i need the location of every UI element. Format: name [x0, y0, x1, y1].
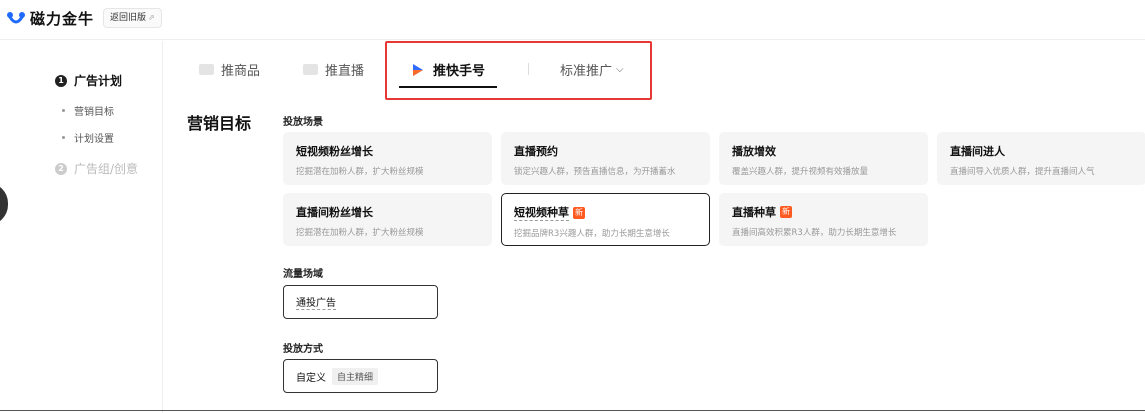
card-desc: 直播间高效积累R3人群，助力长期生意增长	[732, 228, 897, 238]
step-number: 1	[55, 74, 67, 87]
step-number: 2	[55, 162, 67, 175]
tab-label: 推直播	[325, 64, 365, 79]
sidebar-sub-plan-settings[interactable]: 计划设置	[62, 130, 114, 145]
sidebar-sub-marketing-goal[interactable]: 营销目标	[62, 103, 114, 118]
top-bar: 磁力金牛 返回旧版 ⇗	[0, 0, 1145, 40]
section-title: 营销目标	[187, 114, 252, 133]
sidebar-step-label: 广告计划	[74, 74, 123, 88]
traffic-domain-select[interactable]: 通投广告	[283, 285, 438, 319]
card-desc: 挖掘潜在加粉人群，扩大粉丝规模	[296, 228, 424, 238]
delivery-method-label: 投放方式	[283, 344, 323, 355]
sidebar: 1 广告计划 营销目标 计划设置 2 广告组/创意	[0, 41, 163, 413]
app-name: 磁力金牛	[30, 10, 95, 28]
scene-card-video-seeding[interactable]: 短视频种草新 挖掘品牌R3兴趣人群，助力长期生意增长	[501, 193, 710, 246]
card-desc: 挖掘品牌R3兴趣人群，助力长期生意增长	[514, 229, 670, 239]
back-to-old-version-button[interactable]: 返回旧版 ⇗	[103, 8, 162, 28]
bullet-icon	[62, 109, 65, 112]
traffic-domain-value: 通投广告	[296, 294, 336, 310]
sidebar-step-ad-group[interactable]: 2 广告组/创意	[55, 160, 138, 177]
logo-icon	[7, 11, 25, 23]
back-to-old-version-label: 返回旧版	[110, 13, 147, 23]
bottom-divider	[0, 410, 1145, 411]
external-link-icon: ⇗	[148, 13, 155, 22]
card-title: 直播预约	[514, 145, 558, 158]
scene-card-live-fans[interactable]: 直播间粉丝增长 挖掘潜在加粉人群，扩大粉丝规模	[283, 193, 492, 246]
highlight-box	[385, 41, 652, 100]
card-title: 直播间粉丝增长	[296, 206, 373, 219]
goods-icon	[199, 64, 214, 75]
card-desc: 覆盖兴趣人群，提升视频有效播放量	[732, 167, 869, 177]
sidebar-step-ad-plan[interactable]: 1 广告计划	[55, 72, 122, 89]
scene-card-play-boost[interactable]: 播放增效 覆盖兴趣人群，提升视频有效播放量	[719, 132, 928, 185]
delivery-method-select[interactable]: 自定义 自主精细	[283, 359, 438, 393]
live-icon	[303, 64, 318, 75]
traffic-domain-label: 流量场域	[283, 269, 323, 280]
bullet-icon	[62, 136, 65, 139]
logo[interactable]: 磁力金牛	[6, 8, 94, 29]
sidebar-step-label: 广告组/创意	[74, 162, 139, 176]
card-desc: 锁定兴趣人群，预告直播信息，为开播蓄水	[514, 167, 676, 177]
new-badge: 新	[780, 206, 792, 218]
delivery-method-tag: 自主精细	[332, 367, 379, 385]
tab-label: 推商品	[221, 64, 261, 79]
card-title: 播放增效	[732, 145, 776, 158]
scene-card-live-seeding[interactable]: 直播种草新 直播间高效积累R3人群，助力长期生意增长	[719, 193, 928, 246]
tab-promote-goods[interactable]: 推商品	[199, 60, 260, 79]
new-badge: 新	[573, 206, 585, 219]
card-title: 短视频粉丝增长	[296, 145, 373, 158]
sidebar-sub-label: 计划设置	[74, 134, 114, 145]
scene-card-live-room-entry[interactable]: 直播间进人 直播间导入优质人群，提升直播间人气	[937, 132, 1145, 185]
card-title: 直播间进人	[950, 145, 1005, 158]
scene-card-video-fans[interactable]: 短视频粉丝增长 挖掘潜在加粉人群，扩大粉丝规模	[283, 132, 492, 185]
scene-card-live-reservation[interactable]: 直播预约 锁定兴趣人群，预告直播信息，为开播蓄水	[501, 132, 710, 185]
card-desc: 挖掘潜在加粉人群，扩大粉丝规模	[296, 167, 424, 177]
card-title: 短视频种草新	[514, 206, 585, 221]
placement-scene-label: 投放场景	[283, 117, 323, 128]
delivery-method-value: 自定义	[296, 372, 326, 384]
tab-promote-live[interactable]: 推直播	[303, 60, 364, 79]
card-title: 直播种草新	[732, 206, 792, 219]
card-desc: 直播间导入优质人群，提升直播间人气	[950, 167, 1095, 177]
sidebar-sub-label: 营销目标	[74, 107, 114, 118]
